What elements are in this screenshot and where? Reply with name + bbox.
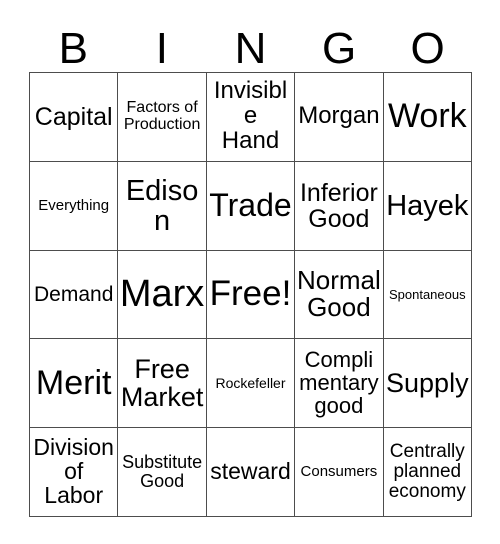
bingo-cell[interactable]: Demand bbox=[30, 250, 119, 340]
bingo-cell[interactable]: Centrally planned economy bbox=[383, 428, 472, 517]
bingo-cell-label: Centrally planned economy bbox=[388, 441, 466, 502]
bingo-cell-label: Capital bbox=[34, 102, 113, 131]
bingo-cell[interactable]: steward bbox=[206, 428, 296, 517]
bingo-cell-label: Compli mentary good bbox=[299, 346, 379, 418]
bingo-cell[interactable]: Rockefeller bbox=[206, 339, 296, 429]
bingo-header-letter: O bbox=[410, 24, 445, 73]
bingo-cell[interactable]: Inferior Good bbox=[295, 161, 384, 251]
bingo-cell[interactable]: Morgan bbox=[295, 73, 384, 162]
bingo-cell-label: Morgan bbox=[298, 102, 380, 130]
bingo-cell-label: Work bbox=[387, 97, 467, 136]
bingo-cell[interactable]: Division of Labor bbox=[30, 428, 119, 517]
bingo-cell-label: Free Market bbox=[120, 354, 204, 413]
bingo-cell[interactable]: Invisible Hand bbox=[206, 73, 296, 162]
bingo-cell-label: Substitute Good bbox=[122, 452, 203, 492]
bingo-cell[interactable]: Free Market bbox=[118, 339, 207, 429]
bingo-header-row: BINGO bbox=[29, 18, 472, 72]
bingo-cell-label: Division of Labor bbox=[33, 434, 114, 509]
bingo-cell[interactable]: Supply bbox=[383, 339, 472, 429]
bingo-cell[interactable]: Compli mentary good bbox=[295, 339, 384, 429]
bingo-cell-label: steward bbox=[210, 458, 291, 485]
bingo-cell[interactable]: Trade bbox=[206, 161, 296, 251]
bingo-cell-label: Marx bbox=[119, 272, 205, 315]
bingo-cell[interactable]: Substitute Good bbox=[118, 428, 207, 517]
bingo-cell[interactable]: Edison bbox=[118, 161, 207, 251]
bingo-cell[interactable]: Merit bbox=[30, 339, 119, 429]
bingo-cell-label: Invisible Hand bbox=[213, 77, 288, 155]
bingo-cell-label: Normal Good bbox=[296, 265, 381, 323]
bingo-cell[interactable]: Consumers bbox=[295, 428, 384, 517]
bingo-cell-label: Edison bbox=[125, 174, 199, 237]
bingo-cell[interactable]: Normal Good bbox=[295, 250, 384, 340]
bingo-card: B I N G O Capital Factors of Production Invisi… bbox=[0, 0, 500, 544]
bingo-grid: Capital Factors of Production Invisible Ha… bbox=[29, 72, 472, 517]
bingo-cell-label: Inferior Good bbox=[299, 178, 378, 233]
bingo-header-letter: N bbox=[234, 24, 267, 73]
bingo-cell[interactable]: Everything bbox=[30, 161, 119, 251]
bingo-cell-label: Trade bbox=[209, 187, 292, 224]
bingo-cell-label: Hayek bbox=[386, 189, 469, 222]
bingo-cell[interactable]: Factors of Production bbox=[118, 73, 207, 162]
bingo-cell-label: Supply bbox=[386, 368, 469, 399]
bingo-cell-label: Spontaneous bbox=[388, 286, 466, 302]
bingo-cell[interactable]: Capital bbox=[30, 73, 119, 162]
bingo-cell[interactable]: Work bbox=[383, 73, 472, 162]
bingo-cell[interactable]: Marx bbox=[118, 250, 207, 340]
bingo-cell[interactable]: Hayek bbox=[383, 161, 472, 251]
bingo-cell-label: Demand bbox=[34, 282, 114, 306]
bingo-cell-label: Free! bbox=[209, 274, 292, 314]
bingo-header-letter: B bbox=[58, 24, 88, 73]
bingo-cell-label: Consumers bbox=[300, 463, 378, 481]
bingo-cell[interactable]: Spontaneous bbox=[383, 250, 472, 340]
bingo-cell-label: Everything bbox=[38, 196, 110, 214]
bingo-cell-label: Rockefeller bbox=[215, 375, 286, 392]
bingo-cell-label: Merit bbox=[35, 363, 112, 402]
bingo-header-letter: I bbox=[155, 24, 168, 73]
bingo-cell-label: Factors of Production bbox=[123, 99, 201, 133]
bingo-header-letter: G bbox=[321, 24, 357, 73]
bingo-cell-free[interactable]: Free! bbox=[206, 250, 296, 340]
